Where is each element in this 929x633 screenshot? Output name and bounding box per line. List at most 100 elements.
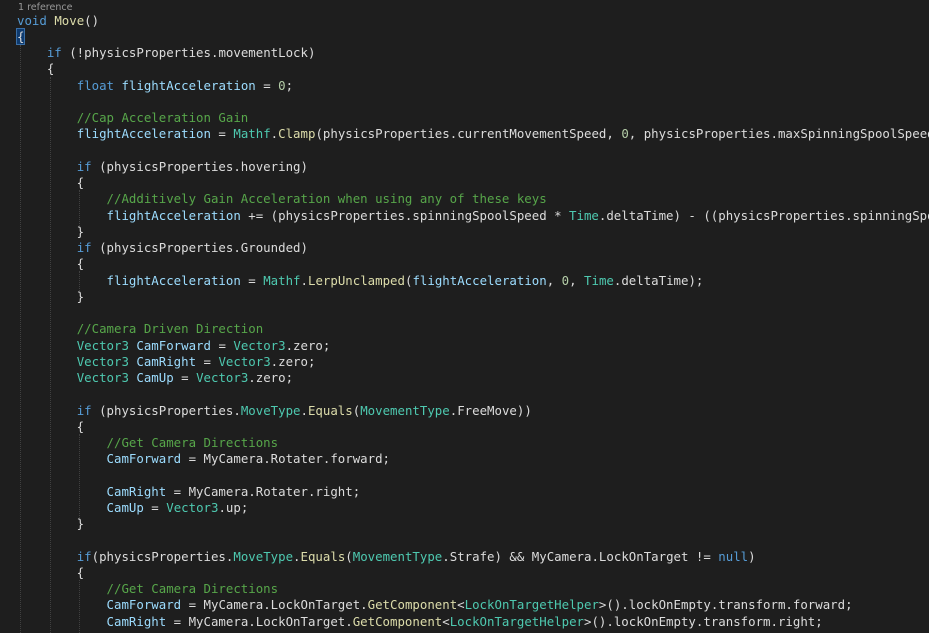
code-line[interactable]: CamUp = Vector3.up;	[17, 500, 249, 516]
code-token: .zero;	[285, 338, 331, 353]
code-token: CamRight	[106, 614, 167, 629]
code-token: {	[17, 256, 85, 271]
code-line[interactable]: flightAcceleration = Mathf.LerpUnclamped…	[17, 273, 704, 289]
code-line[interactable]: //Get Camera Directions	[17, 435, 279, 451]
code-token: //Get Camera Directions	[106, 435, 279, 450]
code-token: 0	[278, 78, 286, 93]
code-line[interactable]: Vector3 CamUp = Vector3.zero;	[17, 370, 293, 386]
code-token: , physicsProperties.maxSpinningSpoolSpee…	[628, 126, 929, 141]
code-token: ,	[546, 273, 562, 288]
code-token: Equals	[307, 403, 353, 418]
code-token: if	[76, 549, 92, 564]
code-token: .Strafe) && MyCamera.LockOnTarget !=	[442, 549, 719, 564]
code-token: = MyCamera.Rotater.forward;	[181, 451, 391, 466]
code-token: Vector3	[76, 370, 129, 385]
code-line[interactable]: {	[17, 256, 84, 272]
code-line[interactable]: CamForward = MyCamera.LockOnTarget.GetCo…	[17, 597, 853, 613]
code-token: Vector3	[166, 500, 219, 515]
codelens-references[interactable]: 1 reference	[18, 2, 72, 13]
code-token: void	[17, 13, 47, 28]
code-line[interactable]: }	[17, 289, 84, 305]
code-token: Vector3	[233, 338, 286, 353]
code-line[interactable]: }	[17, 224, 84, 240]
code-line[interactable]: void Move()	[17, 13, 99, 29]
code-token: MovementType	[352, 549, 443, 564]
code-line[interactable]: }	[17, 516, 84, 532]
code-token: CamForward	[136, 338, 211, 353]
code-line[interactable]: flightAcceleration += (physicsProperties…	[17, 208, 929, 224]
code-line[interactable]: //Cap Acceleration Gain	[17, 110, 249, 126]
code-token: .	[300, 403, 308, 418]
code-token: .deltaTime);	[613, 273, 704, 288]
code-token: =	[196, 354, 219, 369]
code-token: Vector3	[76, 354, 129, 369]
code-line[interactable]: if (!physicsProperties.movementLock)	[17, 45, 316, 61]
code-editor[interactable]: 1 reference void Move(){ if (!physicsPro…	[0, 0, 929, 633]
code-line[interactable]: if (physicsProperties.MoveType.Equals(Mo…	[17, 403, 532, 419]
code-token: >().lockOnEmpty.transform.forward;	[598, 597, 853, 612]
code-line[interactable]: CamRight = MyCamera.Rotater.right;	[17, 484, 361, 500]
code-line[interactable]: //Get Camera Directions	[17, 581, 279, 597]
code-token: .	[293, 549, 301, 564]
code-token: Move	[54, 13, 85, 28]
code-token: Time	[584, 273, 614, 288]
code-token: {	[17, 419, 85, 434]
code-token: ,	[569, 273, 585, 288]
code-token: =	[143, 500, 167, 515]
code-line[interactable]: if(physicsProperties.MoveType.Equals(Mov…	[17, 549, 756, 565]
code-token: MoveType	[233, 549, 294, 564]
code-token: = MyCamera.LockOnTarget.	[181, 597, 368, 612]
code-line[interactable]: if (physicsProperties.hovering)	[17, 159, 308, 175]
code-token: CamRight	[136, 354, 197, 369]
code-line[interactable]: {	[17, 175, 84, 191]
code-token: (!	[61, 45, 85, 60]
code-token: .deltaTime) - ((physicsProperties.spinni…	[598, 208, 929, 223]
code-token: LerpUnclamped	[307, 273, 405, 288]
code-line[interactable]: if (physicsProperties.Grounded)	[17, 240, 308, 256]
code-line[interactable]: {	[15, 28, 26, 45]
code-token: movementLock	[218, 45, 308, 60]
code-token: if	[76, 159, 92, 174]
code-token: (physicsProperties.hovering)	[91, 159, 308, 174]
code-token: .up;	[218, 500, 249, 515]
code-token: CamUp	[136, 370, 174, 385]
code-token: Mathf	[263, 273, 301, 288]
code-token: float	[76, 78, 114, 93]
code-token: GetComponent	[352, 614, 443, 629]
code-token: (physicsProperties.Grounded)	[91, 240, 308, 255]
code-token: Mathf	[233, 126, 271, 141]
code-token: flightAcceleration	[106, 273, 241, 288]
code-token: CamUp	[106, 500, 144, 515]
code-token: =	[173, 370, 197, 385]
code-line[interactable]: Vector3 CamRight = Vector3.zero;	[17, 354, 316, 370]
code-token: flightAcceleration	[412, 273, 547, 288]
code-line[interactable]: flightAcceleration = Mathf.Clamp(physics…	[17, 126, 929, 142]
code-token: MovementType	[360, 403, 450, 418]
code-line[interactable]: CamRight = MyCamera.LockOnTarget.GetComp…	[17, 614, 823, 630]
code-token: 0	[621, 126, 629, 141]
code-token: )	[307, 45, 316, 60]
code-token: ()	[84, 13, 100, 28]
code-line[interactable]: Vector3 CamForward = Vector3.zero;	[17, 338, 331, 354]
code-line[interactable]: {	[17, 419, 84, 435]
code-line[interactable]: //Camera Driven Direction	[17, 321, 264, 337]
code-token: }	[17, 289, 85, 304]
code-line[interactable]: float flightAcceleration = 0;	[17, 78, 293, 94]
code-token: {	[15, 28, 26, 45]
code-line[interactable]: {	[17, 61, 54, 77]
code-line[interactable]: {	[17, 565, 84, 581]
code-line[interactable]: //Additively Gain Acceleration when usin…	[17, 191, 547, 207]
code-token: (physicsProperties.currentMovementSpeed,	[315, 126, 622, 141]
code-line[interactable]: CamForward = MyCamera.Rotater.forward;	[17, 451, 390, 467]
code-token: Equals	[300, 549, 346, 564]
